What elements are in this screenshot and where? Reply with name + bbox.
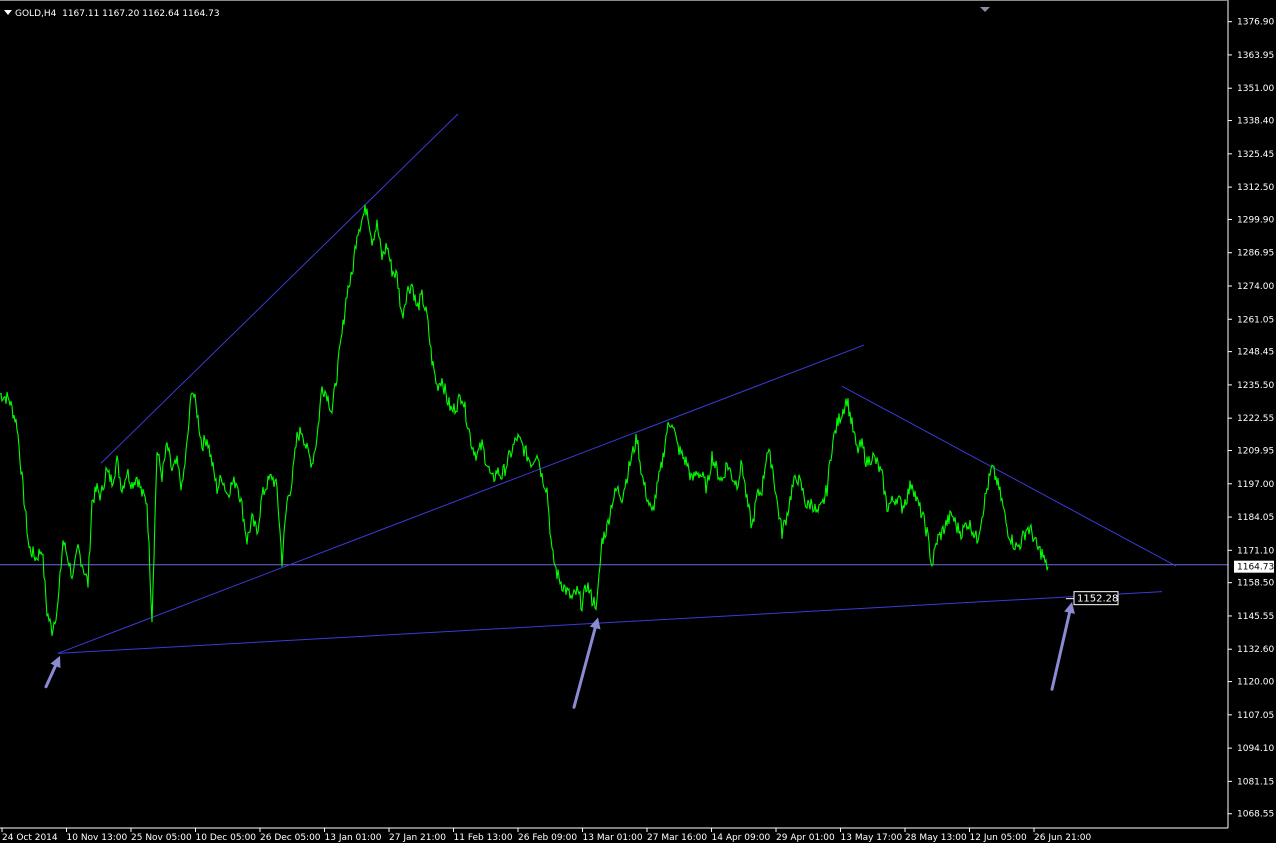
y-tick-label-12: 1222.55 [1237,414,1274,424]
y-tick-label-14: 1197.00 [1237,480,1274,490]
y-tick-label-19: 1132.60 [1237,645,1274,655]
x-tick-label-5: 13 Jan 01:00 [325,833,382,843]
x-tick-label-8: 26 Feb 09:00 [518,833,577,843]
y-tick-label-10: 1248.45 [1237,348,1274,358]
y-tick-label-9: 1261.05 [1237,315,1274,325]
x-tick-label-13: 13 May 17:00 [841,833,903,843]
y-tick-label-2: 1351.00 [1237,84,1274,94]
x-tick-label-4: 26 Dec 05:00 [260,833,321,843]
y-tick-label-8: 1274.00 [1237,282,1274,292]
x-tick-label-9: 13 Mar 01:00 [583,833,643,843]
y-tick-label-21: 1107.05 [1237,711,1274,721]
x-tick-label-10: 27 Mar 16:00 [647,833,707,843]
chart-background [0,0,1276,843]
y-tick-label-22: 1094.10 [1237,744,1274,754]
y-tick-label-17: 1158.50 [1237,579,1274,589]
x-tick-label-1: 10 Nov 13:00 [67,833,128,843]
last-price-label: 1164.73 [1237,563,1274,573]
x-tick-label-15: 12 Jun 05:00 [970,833,1027,843]
x-tick-label-14: 28 May 13:00 [905,833,967,843]
y-tick-label-7: 1286.95 [1237,249,1274,259]
y-tick-label-11: 1235.50 [1237,381,1274,391]
y-tick-label-18: 1145.55 [1237,612,1274,622]
ohlc-values: 1167.11 1167.20 1162.64 1164.73 [62,9,220,19]
x-tick-label-2: 25 Nov 05:00 [131,833,192,843]
x-tick-label-7: 11 Feb 13:00 [454,833,513,843]
y-tick-label-0: 1376.90 [1237,18,1274,28]
symbol-label: GOLD,H4 [15,9,57,19]
y-tick-label-5: 1312.50 [1237,183,1274,193]
support-label: 1152.28 [1077,594,1118,605]
y-tick-label-4: 1325.45 [1237,150,1274,160]
x-tick-label-16: 26 Jun 21:00 [1034,833,1091,843]
y-tick-label-15: 1184.05 [1237,513,1274,523]
x-tick-label-3: 10 Dec 05:00 [196,833,257,843]
y-tick-label-23: 1081.15 [1237,777,1274,787]
y-tick-label-13: 1209.95 [1237,447,1274,457]
y-tick-label-24: 1068.55 [1237,810,1274,820]
y-tick-label-1: 1363.95 [1237,51,1274,61]
x-tick-label-0: 24 Oct 2014 [2,833,58,843]
y-tick-label-6: 1299.90 [1237,215,1274,225]
x-tick-label-12: 29 Apr 01:00 [776,833,835,843]
y-tick-label-20: 1120.00 [1237,678,1274,688]
dropdown-triangle-icon[interactable] [4,10,12,15]
y-tick-label-16: 1171.10 [1237,546,1274,556]
x-tick-label-11: 14 Apr 09:00 [712,833,771,843]
price-chart[interactable]: 1376.90 1363.95 1351.00 1338.40 1325.45 1312.… [0,0,1276,843]
x-tick-label-6: 27 Jan 21:00 [389,833,446,843]
chart-header: GOLD,H4 1167.11 1167.20 1162.64 1164.73 [4,9,220,19]
y-tick-label-3: 1338.40 [1237,117,1274,127]
